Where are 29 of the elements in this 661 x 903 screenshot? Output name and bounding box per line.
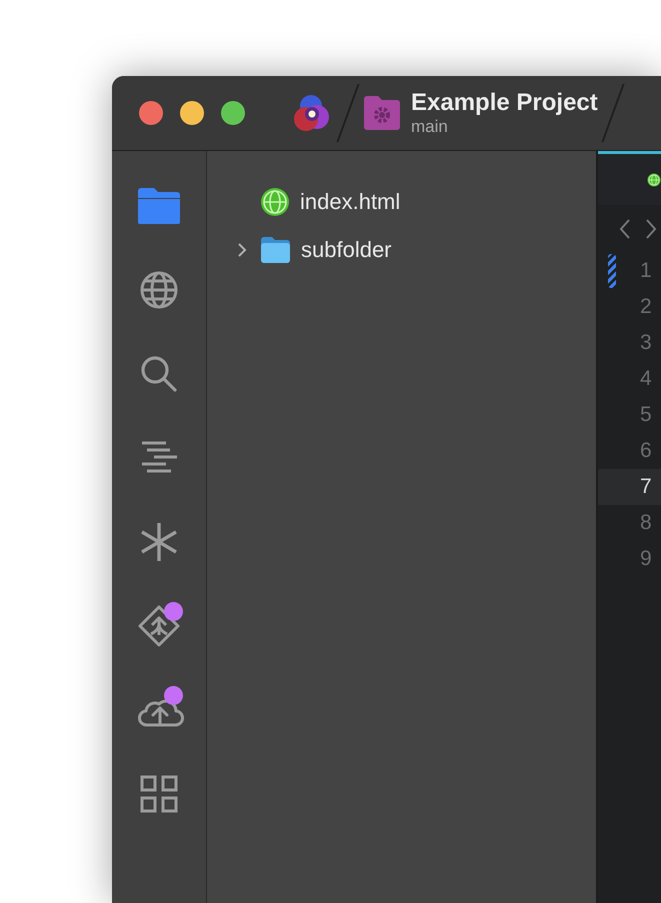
- folder-name[interactable]: subfolder: [301, 237, 392, 263]
- back-icon[interactable]: [619, 218, 631, 240]
- line-number: 5: [640, 403, 652, 427]
- chevron-icon[interactable]: [236, 242, 248, 258]
- search-icon[interactable]: [139, 354, 179, 394]
- line-number: 3: [640, 331, 652, 355]
- branch-name: main: [411, 117, 449, 137]
- globe-icon: [260, 187, 290, 217]
- line-number: 8: [640, 511, 652, 535]
- forward-icon[interactable]: [645, 218, 657, 240]
- folder-icon[interactable]: [137, 187, 181, 225]
- folder-gear-icon: [363, 95, 401, 131]
- diamond-arrow-icon[interactable]: [137, 604, 181, 648]
- line-number: 7: [640, 475, 652, 499]
- line-number: 4: [640, 367, 652, 391]
- minimize-button[interactable]: [180, 101, 204, 125]
- grid-icon[interactable]: [140, 775, 178, 813]
- globe-icon[interactable]: [139, 270, 179, 310]
- project-title: Example Project: [411, 89, 598, 117]
- zoom-button[interactable]: [221, 101, 245, 125]
- folder-icon: [260, 236, 291, 264]
- file-name[interactable]: index.html: [300, 189, 400, 215]
- editor-tab[interactable]: [598, 151, 661, 205]
- asterisk-icon[interactable]: [140, 522, 178, 562]
- line-number: 9: [640, 547, 652, 571]
- line-number: 2: [640, 295, 652, 319]
- line-number: 6: [640, 439, 652, 463]
- close-button[interactable]: [139, 101, 163, 125]
- line-number: 1: [640, 259, 652, 283]
